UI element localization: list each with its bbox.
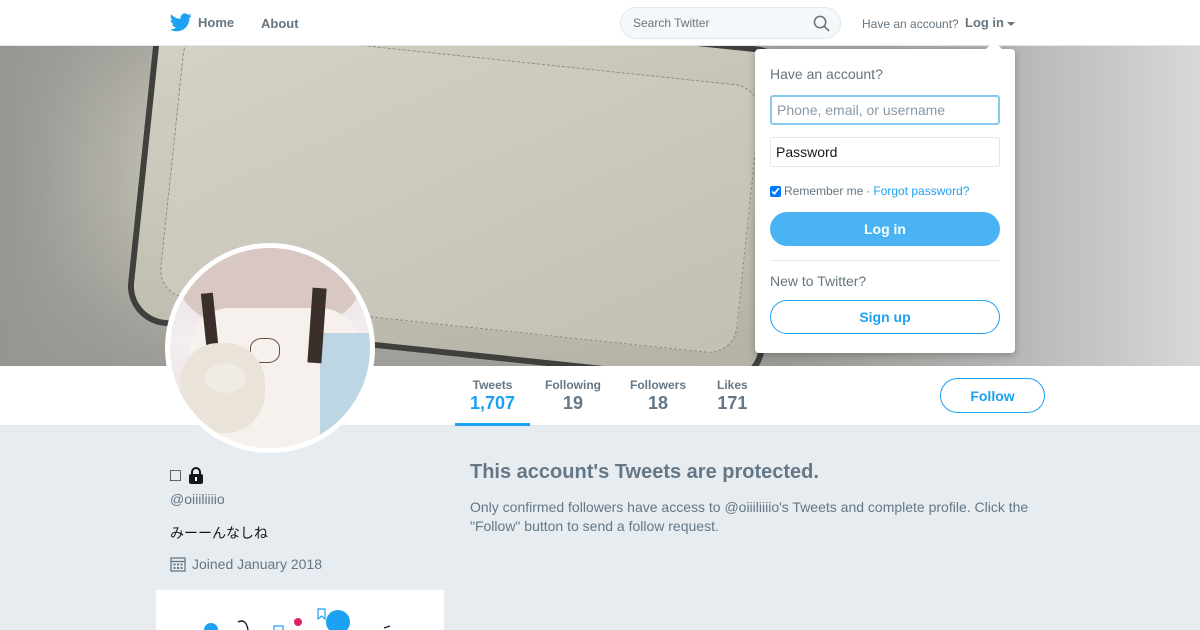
lock-icon [188, 466, 203, 484]
calendar-icon [170, 557, 186, 572]
forgot-password-link[interactable]: Forgot password? [873, 184, 969, 198]
joined-label: Joined January 2018 [192, 556, 322, 572]
remember-me-label: Remember me [784, 184, 864, 198]
twitter-bird-icon [170, 13, 192, 32]
avatar[interactable] [165, 243, 375, 453]
stat-following[interactable]: Following 19 [545, 378, 601, 414]
nav-about-link[interactable]: About [261, 16, 299, 31]
nav-home-label: Home [198, 15, 235, 30]
signup-button[interactable]: Sign up [770, 300, 1000, 334]
stat-tweets[interactable]: Tweets 1,707 [470, 378, 515, 414]
login-dropdown: Have an account? Remember me · Forgot pa… [755, 41, 1015, 353]
stat-value: 1,707 [470, 393, 516, 413]
password-field[interactable] [770, 137, 1000, 167]
remember-me-row: Remember me · Forgot password? [770, 184, 969, 198]
stat-followers[interactable]: Followers 18 [630, 378, 686, 414]
dropdown-arrow [986, 41, 1002, 49]
active-tab-underline [455, 423, 530, 426]
login-toggle-label: Log in [965, 15, 1004, 30]
new-to-twitter-text: New to Twitter? [770, 273, 867, 289]
stat-value: 19 [562, 393, 584, 413]
username-field[interactable] [770, 95, 1000, 125]
login-dropdown-toggle[interactable]: Log in [965, 15, 1015, 30]
follow-button[interactable]: Follow [940, 378, 1045, 413]
stat-value: 171 [717, 393, 748, 413]
stat-label: Following [545, 378, 601, 392]
remember-me-checkbox[interactable] [770, 185, 781, 197]
caret-down-icon [1007, 21, 1015, 26]
have-account-text: Have an account? [862, 17, 959, 31]
joined-date: Joined January 2018 [170, 556, 322, 572]
login-button[interactable]: Log in [770, 212, 1000, 246]
protected-description: Only confirmed followers have access to … [470, 499, 1029, 534]
stat-value: 18 [647, 393, 669, 413]
teddy-bear-shape [180, 343, 265, 433]
protected-title: This account's Tweets are protected. [470, 461, 819, 483]
media-preview-box [156, 590, 444, 630]
stat-likes[interactable]: Likes 171 [717, 378, 748, 414]
dropdown-divider [770, 260, 1000, 261]
profile-bio: みーーんなしね [170, 525, 268, 541]
search-input[interactable] [633, 16, 803, 30]
search-box [620, 7, 841, 39]
display-name-glyph: □ [170, 465, 181, 485]
top-nav-bar: Home About Have an account? Log in [0, 0, 1200, 46]
profile-handle[interactable]: @oiiiliiiio [170, 491, 225, 507]
separator-dot: · [866, 184, 871, 198]
stat-label: Tweets [472, 378, 513, 392]
dropdown-title: Have an account? [770, 66, 883, 82]
stat-label: Likes [717, 378, 748, 392]
stat-label: Followers [630, 378, 687, 392]
nav-home-link[interactable]: Home [170, 13, 234, 32]
profile-display-name: □ [170, 465, 205, 486]
media-illustration [204, 608, 391, 630]
search-icon[interactable] [813, 15, 830, 32]
